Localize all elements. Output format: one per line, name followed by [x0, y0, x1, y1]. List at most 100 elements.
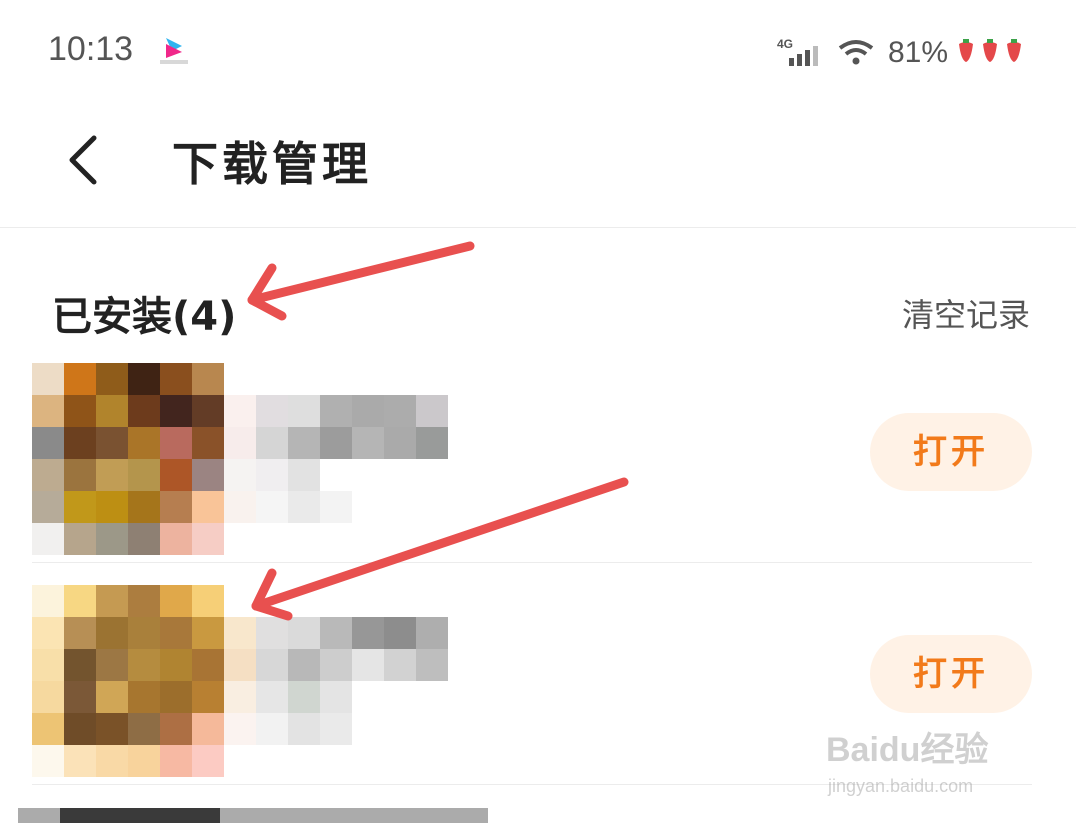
mosaic-cell [256, 745, 288, 777]
mosaic-cell [160, 713, 192, 745]
mosaic-cell [64, 649, 96, 681]
mosaic-cell [352, 617, 384, 649]
annotation-arrow-1-head [247, 263, 287, 321]
mosaic-cell [352, 649, 384, 681]
chevron-left-icon[interactable] [58, 130, 108, 190]
wifi-icon [838, 40, 874, 65]
baidu-watermark: Baidu经验 jingyan.baidu.com [826, 706, 1026, 806]
mosaic-cell [384, 363, 416, 395]
mosaic-cell [192, 523, 224, 555]
mosaic-cell [192, 745, 224, 777]
clear-records-button[interactable]: 清空记录 [902, 290, 1030, 336]
mosaic-cell [192, 459, 224, 491]
mosaic-cell [64, 681, 96, 713]
mosaic-cell [32, 617, 64, 649]
mosaic-cell [416, 363, 448, 395]
mosaic-cell [256, 427, 288, 459]
mosaic-cell [224, 523, 256, 555]
mosaic-cell [288, 681, 320, 713]
mosaic-cell [128, 585, 160, 617]
mosaic-cell [416, 713, 448, 745]
mosaic-cell [128, 713, 160, 745]
mosaic-cell [352, 523, 384, 555]
mosaic-cell [224, 585, 256, 617]
mosaic-cell [160, 649, 192, 681]
mosaic-cell [32, 523, 64, 555]
mosaic-cell [256, 649, 288, 681]
mosaic-cell [320, 363, 352, 395]
mosaic-cell [128, 459, 160, 491]
mosaic-cell [320, 617, 352, 649]
mosaic-cell [192, 491, 224, 523]
mosaic-cell [384, 713, 416, 745]
mosaic-cell [384, 491, 416, 523]
mosaic-cell [224, 649, 256, 681]
mosaic-cell [128, 745, 160, 777]
mosaic-cell [384, 649, 416, 681]
row-divider [32, 562, 1032, 563]
mosaic-cell [160, 363, 192, 395]
section-title-installed: 已安装(4) [52, 294, 237, 340]
open-app-button[interactable]: 打开 [870, 413, 1032, 491]
strawberry-icon [959, 39, 1021, 62]
mosaic-cell [192, 427, 224, 459]
mosaic-cell [128, 649, 160, 681]
mosaic-cell [288, 523, 320, 555]
mosaic-cell [32, 427, 64, 459]
mosaic-cell [256, 395, 288, 427]
mosaic-cell [224, 491, 256, 523]
mosaic-cell [32, 649, 64, 681]
mosaic-cell [288, 713, 320, 745]
mosaic-cell [128, 523, 160, 555]
mosaic-cell [32, 713, 64, 745]
mosaic-cell [416, 459, 448, 491]
mosaic-cell [384, 617, 416, 649]
mosaic-cell [96, 395, 128, 427]
mosaic-cell [256, 681, 288, 713]
mosaic-cell [384, 745, 416, 777]
mosaic-cell [96, 523, 128, 555]
mosaic-cell [96, 427, 128, 459]
mosaic-cell [32, 585, 64, 617]
app-thumbnail-pixelated [32, 363, 448, 555]
mosaic-cell [288, 427, 320, 459]
top-app-bar: 下载管理 [0, 100, 1076, 228]
open-app-button[interactable]: 打开 [870, 635, 1032, 713]
mosaic-cell [96, 617, 128, 649]
mosaic-cell [128, 395, 160, 427]
mosaic-cell [128, 491, 160, 523]
mosaic-cell [416, 649, 448, 681]
battery-percent: 81% [888, 36, 949, 69]
mosaic-cell [256, 459, 288, 491]
mosaic-cell [256, 523, 288, 555]
mosaic-cell [32, 459, 64, 491]
mosaic-cell [192, 649, 224, 681]
mosaic-cell [32, 491, 64, 523]
mosaic-cell [352, 459, 384, 491]
watermark-main: Baidu经验 [826, 731, 989, 769]
list-item: 打开 [0, 355, 1076, 565]
mosaic-cell [224, 617, 256, 649]
mosaic-cell [128, 681, 160, 713]
mosaic-cell [96, 681, 128, 713]
status-time: 10:13 [48, 30, 134, 68]
mosaic-cell [352, 585, 384, 617]
mosaic-cell [416, 395, 448, 427]
mosaic-cell [256, 363, 288, 395]
mosaic-cell [96, 363, 128, 395]
mosaic-cell [352, 395, 384, 427]
mosaic-cell [64, 523, 96, 555]
mosaic-cell [64, 459, 96, 491]
mosaic-cell [320, 745, 352, 777]
mosaic-cell [384, 395, 416, 427]
mosaic-cell [160, 459, 192, 491]
mosaic-cell [160, 395, 192, 427]
mosaic-cell [64, 745, 96, 777]
mosaic-cell [288, 459, 320, 491]
mosaic-cell [64, 395, 96, 427]
mosaic-cell [128, 363, 160, 395]
mosaic-cell [288, 585, 320, 617]
mosaic-cell [320, 427, 352, 459]
mosaic-cell [192, 681, 224, 713]
watermark-sub: jingyan.baidu.com [828, 776, 974, 796]
